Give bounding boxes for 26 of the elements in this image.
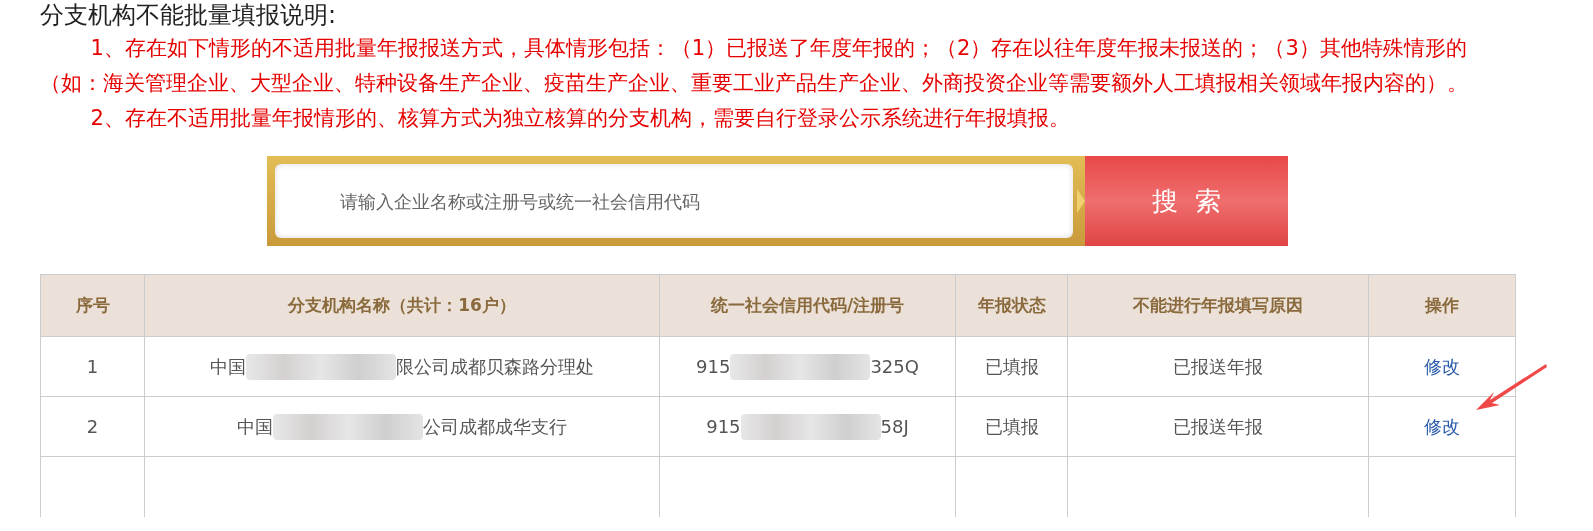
table-cell-text: 已填报 xyxy=(984,355,1039,379)
column-header: 序号 xyxy=(75,293,110,317)
name-start: 中国 xyxy=(237,415,273,439)
column-header: 年报状态 xyxy=(977,293,1046,317)
column-header: 不能进行年报填写原因 xyxy=(1133,293,1303,317)
heading: 分支机构不能批量填报说明: xyxy=(40,0,337,30)
table-cell-text: 已填报 xyxy=(984,415,1039,439)
name-start: 中国 xyxy=(210,355,246,379)
table-cell-text: 已报送年报 xyxy=(1173,415,1263,439)
code-start: 915 xyxy=(696,355,731,379)
code-end: 325Q xyxy=(870,355,919,379)
column-header: 操作 xyxy=(1425,293,1459,317)
name-end: 限公司成都贝森路分理处 xyxy=(396,355,594,379)
search-field[interactable]: 请输入企业名称或注册号或统一社会信用代码 xyxy=(275,164,1073,238)
note-paragraph: 2、存在不适用批量年报情形的、核算方式为独立核算的分支机构，需要自行登录公示系统进行年报填报。 xyxy=(89,105,1071,132)
edit-link[interactable]: 修改 xyxy=(1424,353,1460,380)
code-start: 915 xyxy=(706,415,741,439)
table-cell-text: 2 xyxy=(86,415,99,439)
note-paragraph: 1、存在如下情形的不适用批量年报报送方式，具体情形包括：（1）已报送了年度年报的；（2）存在以往年度年报未报送的；（3）其他特殊情形的（如：海关管理企业、大型企业、特种设备生产企业、疫苗生产企业、重要工业产品生产企业、外商投资企业等需要额外人工填报相关领域年报内容的）。 xyxy=(40,35,1469,97)
table-cell-text: 已报送年报 xyxy=(1173,355,1263,379)
column-header: 分支机构名称（共计：16户） xyxy=(288,293,516,317)
code-end: 58J xyxy=(880,415,909,439)
table-cell-text: 1 xyxy=(86,355,99,379)
column-header: 统一社会信用代码/注册号 xyxy=(710,293,905,317)
name-end: 公司成都成华支行 xyxy=(423,415,567,439)
edit-link[interactable]: 修改 xyxy=(1424,413,1460,440)
